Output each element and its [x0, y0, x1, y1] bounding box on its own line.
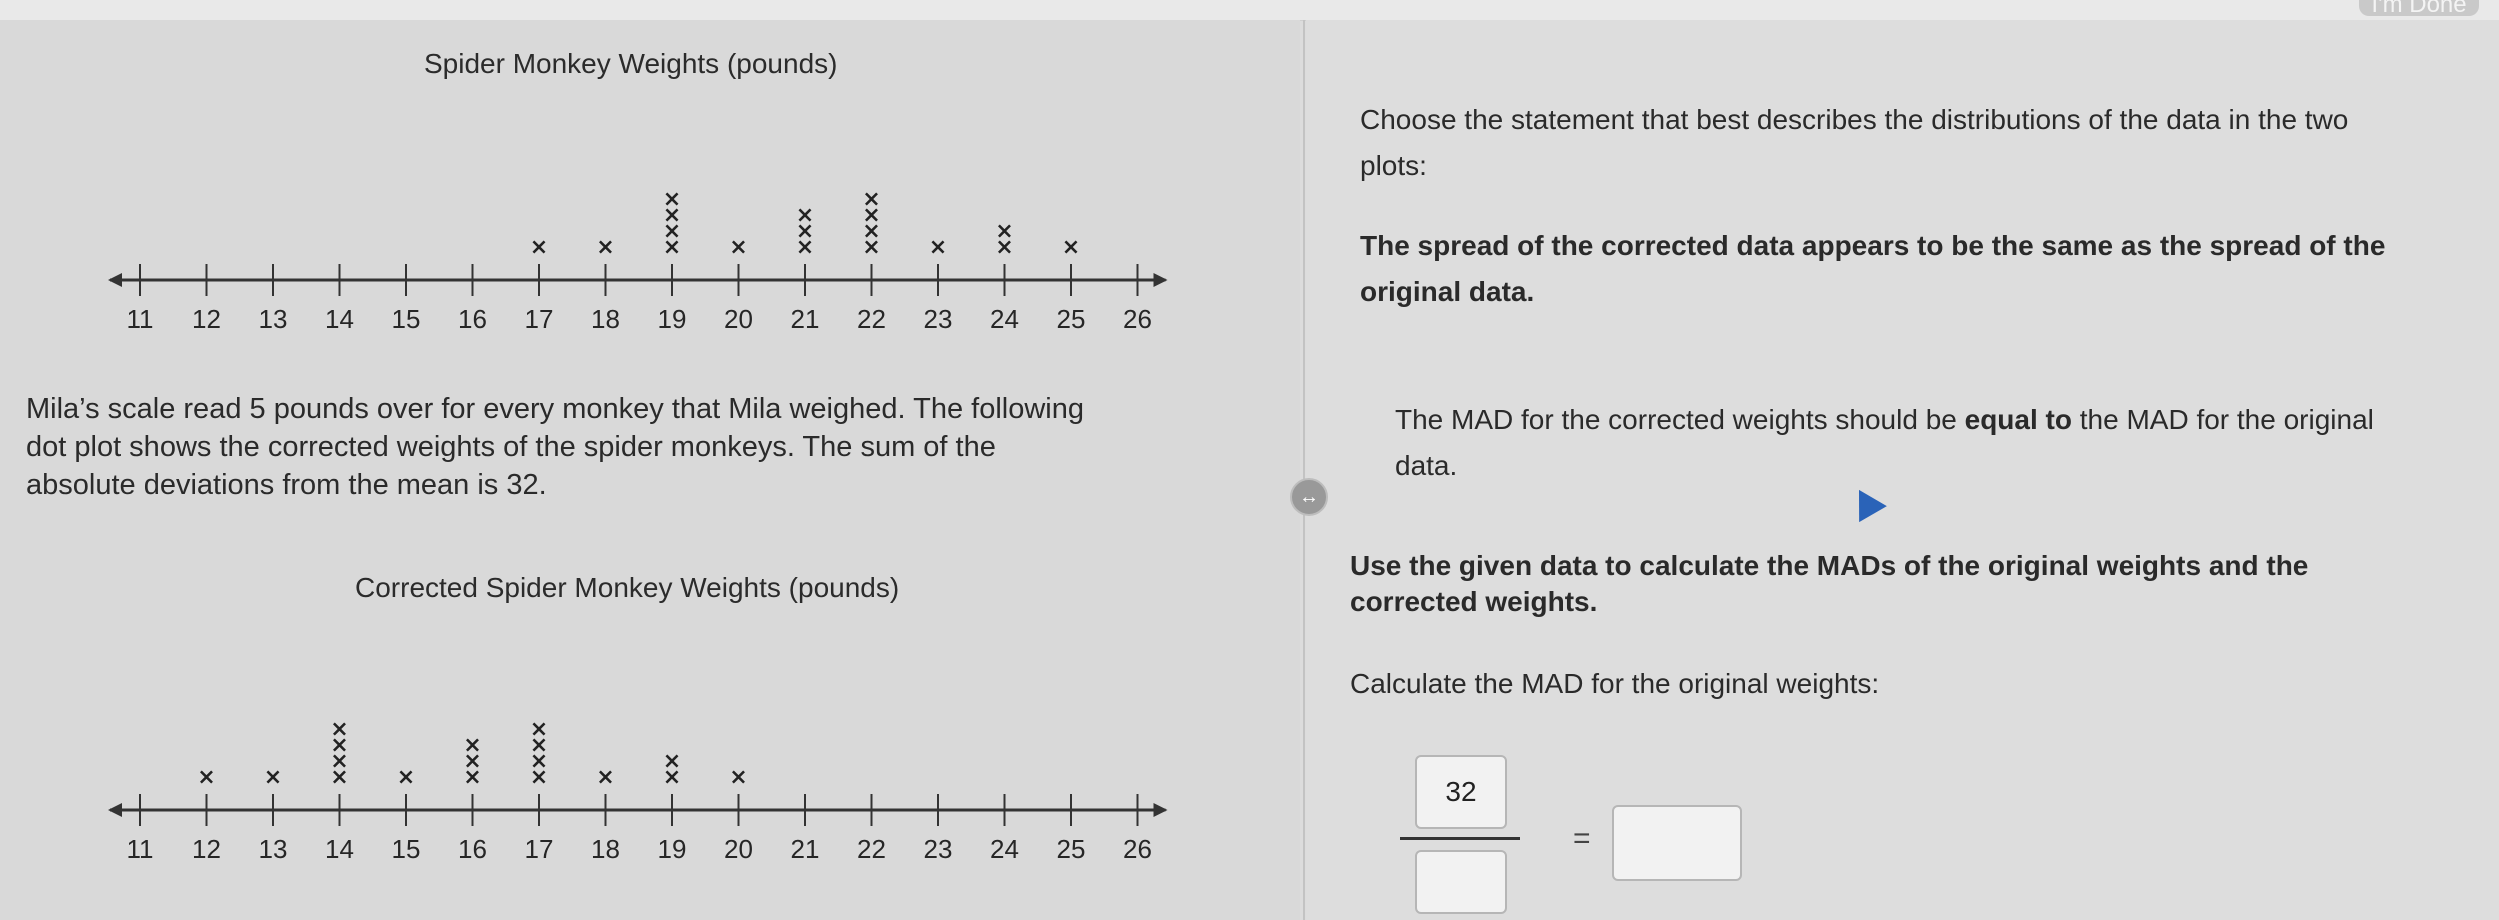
tick-label: 26	[1123, 834, 1152, 864]
instruction-line-2: corrected weights.	[1350, 586, 1598, 617]
data-point-x: ×	[862, 187, 880, 212]
tick-label: 12	[192, 304, 221, 334]
plot2-dotplot: 11 12 13 14 15 16 17 18 19 20 21 22 23 24 25 26 × × × × × × × ×…	[108, 717, 1168, 864]
tick-label: 13	[259, 834, 288, 864]
mad-answer-input[interactable]	[1612, 805, 1742, 881]
plot2-title: Corrected Spider Monkey Weights (pounds)	[355, 572, 900, 603]
tick-label: 17	[525, 834, 554, 864]
tick-label: 22	[857, 834, 886, 864]
data-point-x: ×	[729, 235, 747, 260]
calc-label: Calculate the MAD for the original weigh…	[1350, 668, 1880, 699]
plot1-title: Spider Monkey Weights (pounds)	[424, 48, 838, 79]
tick-label: 16	[458, 304, 487, 334]
data-point-x: ×	[663, 749, 681, 774]
data-point-x: ×	[463, 733, 481, 758]
tick-label: 14	[325, 304, 354, 334]
fraction-bar	[1400, 837, 1520, 840]
tick-label: 15	[392, 304, 421, 334]
data-point-x: ×	[596, 235, 614, 260]
tick-label: 17	[525, 304, 554, 334]
im-done-button[interactable]: I'm Done	[2359, 0, 2479, 18]
data-point-x: ×	[796, 203, 814, 228]
mad-statement-line-1: The MAD for the corrected weights should…	[1395, 400, 2374, 440]
tick-label: 14	[325, 834, 354, 864]
tick-label: 20	[724, 304, 753, 334]
tick-label: 24	[990, 304, 1019, 334]
tick-label: 22	[857, 304, 886, 334]
swap-arrows-icon[interactable]: ↔	[1290, 478, 1328, 516]
tick-label: 16	[458, 834, 487, 864]
equals-sign: =	[1573, 822, 1591, 855]
axis-arrow-right	[1153, 803, 1168, 817]
pane-divider[interactable]	[1303, 20, 1305, 920]
tick-label: 12	[192, 834, 221, 864]
data-point-x: ×	[264, 765, 282, 790]
prompt-line-1: Choose the statement that best describes…	[1360, 104, 2349, 135]
tick-label: 15	[392, 834, 421, 864]
data-point-x: ×	[330, 717, 348, 742]
data-point-x: ×	[530, 717, 548, 742]
axis-arrow-left	[108, 273, 122, 287]
problem-text: Mila’s scale read 5 pounds over for ever…	[26, 390, 1286, 504]
tick-label: 26	[1123, 304, 1152, 334]
tick-label: 20	[724, 834, 753, 864]
tick-label: 19	[658, 304, 687, 334]
tick-label: 21	[791, 304, 820, 334]
tick-label: 25	[1057, 304, 1086, 334]
prompt-line-2: plots:	[1360, 150, 1427, 181]
tick-label: 23	[924, 834, 953, 864]
selected-answer-line-1[interactable]: The spread of the corrected data appears…	[1360, 226, 2385, 266]
mad-post: the MAD for the original	[2071, 404, 2374, 435]
data-point-x: ×	[596, 765, 614, 790]
problem-line-2: dot plot shows the corrected weights of …	[26, 431, 996, 463]
mad-pre: The MAD for the corrected weights should…	[1395, 404, 1965, 435]
problem-line-3: absolute deviations from the mean is 32.	[26, 469, 547, 501]
data-point-x: ×	[397, 765, 415, 790]
mad-bold: equal to	[1964, 404, 2072, 435]
plot1-dotplot: 11 12 13 14 15 16 17 18 19 20 21 22 23 24 25 26 × × × × × × × ×…	[108, 187, 1168, 334]
tick-label: 21	[791, 834, 820, 864]
data-point-x: ×	[663, 187, 681, 212]
data-point-x: ×	[729, 765, 747, 790]
mad-statement-line-2: data.	[1395, 450, 1458, 481]
tick-label: 18	[591, 304, 620, 334]
top-bar: I'm Done	[0, 0, 2499, 21]
selected-answer-line-2[interactable]: original data.	[1360, 272, 1534, 312]
problem-line-1: Mila’s scale read 5 pounds over for ever…	[26, 393, 1084, 425]
tick-label: 19	[658, 834, 687, 864]
tick-label: 24	[990, 834, 1019, 864]
mad-fraction: 32	[1400, 755, 1520, 914]
tick-label: 18	[591, 834, 620, 864]
data-point-x: ×	[995, 219, 1013, 244]
tick-label: 11	[127, 304, 154, 334]
axis-arrow-left	[108, 803, 122, 817]
data-point-x: ×	[197, 765, 215, 790]
data-point-x: ×	[929, 235, 947, 260]
tick-label: 11	[127, 834, 154, 864]
tick-label: 13	[259, 304, 288, 334]
data-point-x: ×	[530, 235, 548, 260]
tick-label: 23	[924, 304, 953, 334]
numerator-input[interactable]: 32	[1415, 755, 1507, 829]
axis-arrow-right	[1153, 273, 1168, 287]
tick-label: 25	[1057, 834, 1086, 864]
data-point-x: ×	[1062, 235, 1080, 260]
instruction-line-1: Use the given data to calculate the MADs…	[1350, 550, 2309, 581]
denominator-input[interactable]	[1415, 850, 1507, 914]
